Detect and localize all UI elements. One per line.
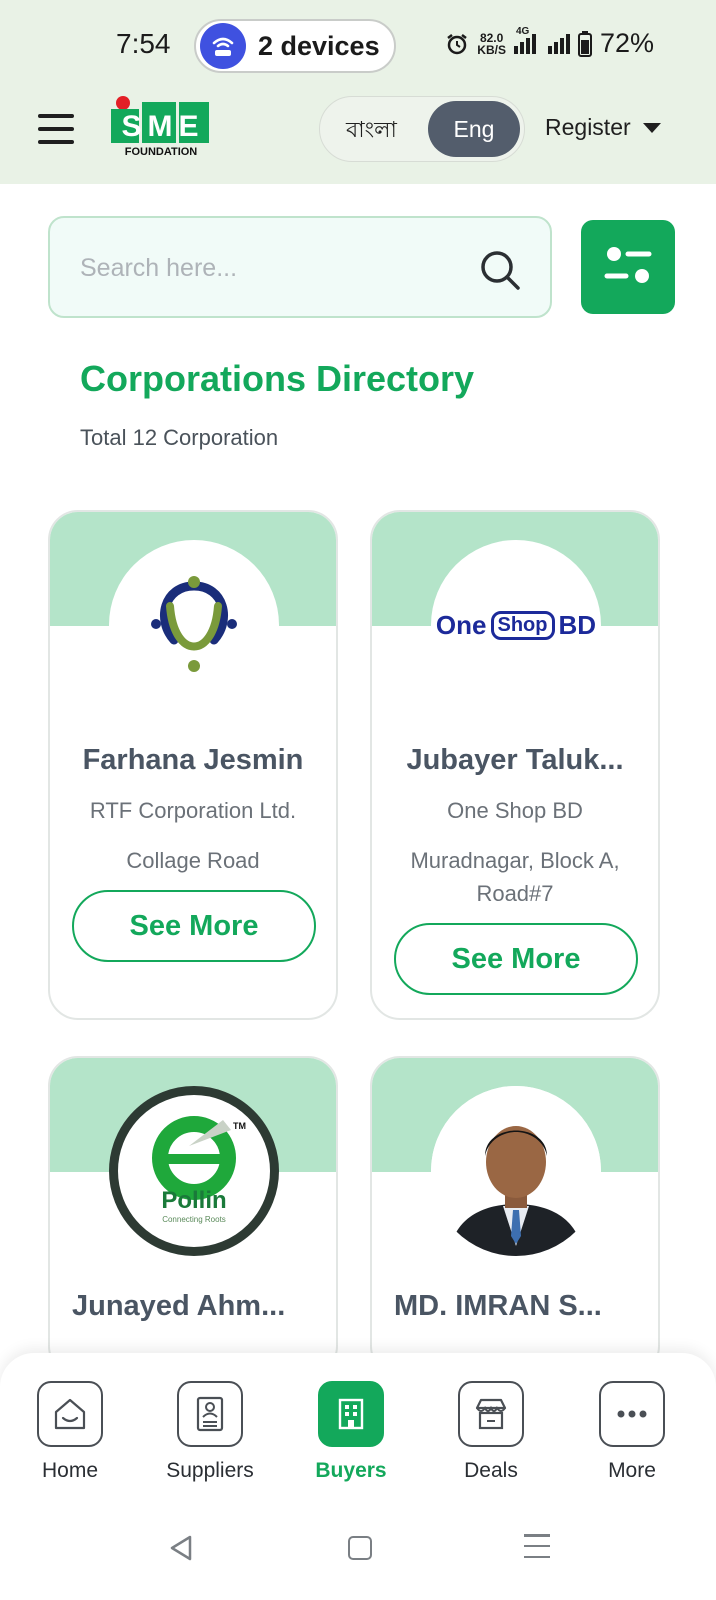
nav-label: Home: [41, 1459, 99, 1482]
company-name: One Shop BD: [447, 798, 583, 823]
top-area: 7:54 2 devices 82.0 KB/S 4G 72% SME FOUN…: [0, 0, 716, 184]
page-title: Corporations Directory: [80, 358, 475, 399]
contact-name: Junayed Ahm...: [72, 1290, 286, 1322]
see-more-button[interactable]: See More: [394, 923, 638, 995]
see-more-button[interactable]: See More: [72, 890, 316, 962]
profile-photo: [431, 1086, 601, 1256]
recent-apps-icon[interactable]: [524, 1534, 550, 1558]
suppliers-icon: [177, 1381, 243, 1447]
contact-name: Farhana Jesmin: [82, 744, 304, 776]
rtf-logo: [109, 540, 279, 710]
filter-button[interactable]: [581, 220, 675, 314]
company-address: Muradnagar, Block A, Road#7: [410, 848, 620, 906]
devices-label: 2 devices: [258, 30, 380, 61]
nav-label: Deals: [464, 1459, 518, 1482]
lang-english-option[interactable]: Eng: [428, 101, 520, 157]
contact-name: MD. IMRAN S...: [394, 1290, 602, 1322]
caret-down-icon: [642, 122, 661, 133]
signal-4g-icon: 4G: [513, 26, 536, 54]
language-toggle[interactable]: বাংলা Eng: [319, 96, 525, 162]
logo-text-right: BD: [558, 609, 597, 640]
logo-text: SME: [121, 110, 205, 143]
logo-text: Pollin: [161, 1187, 227, 1214]
status-time: 7:54: [116, 28, 171, 59]
network-speed: 82.0 KB/S: [477, 30, 506, 57]
nav-home[interactable]: Home: [10, 1381, 130, 1483]
more-icon: [599, 1381, 665, 1447]
company-name: RTF Corporation Ltd.: [89, 798, 297, 823]
corporation-card[interactable]: MD. IMRAN S...: [370, 1056, 660, 1376]
menu-icon[interactable]: [38, 114, 74, 144]
nav-suppliers[interactable]: Suppliers: [150, 1381, 270, 1483]
app-screen: 7:54 2 devices 82.0 KB/S 4G 72% SME FOUN…: [0, 0, 716, 1600]
buyers-icon: [318, 1381, 384, 1447]
filter-sliders-icon: [604, 247, 652, 283]
nav-label: Buyers: [315, 1459, 387, 1482]
company-address: Collage Road: [126, 848, 260, 873]
home-square-icon[interactable]: [348, 1536, 372, 1560]
corporation-card[interactable]: Farhana Jesmin RTF Corporation Ltd. Coll…: [48, 510, 338, 1020]
alarm-icon: [447, 33, 468, 54]
home-icon: [37, 1381, 103, 1447]
total-count: Total 12 Corporation: [80, 425, 279, 450]
nav-buyers[interactable]: Buyers: [291, 1381, 411, 1483]
logo-text-mid: Shop: [490, 610, 555, 640]
back-icon[interactable]: [168, 1534, 194, 1562]
register-label: Register: [545, 114, 631, 140]
logo-subtext: FOUNDATION: [124, 146, 198, 158]
corporation-card[interactable]: One Shop BD Jubayer Taluk... One Shop BD…: [370, 510, 660, 1020]
logo-tm: TM: [233, 1121, 246, 1131]
battery-percent: 72%: [599, 28, 654, 58]
bottom-navigation: Home Suppliers Buyers Deals More: [0, 1353, 716, 1600]
register-dropdown[interactable]: Register: [545, 114, 661, 141]
nav-label: Suppliers: [166, 1459, 254, 1482]
nav-more[interactable]: More: [572, 1381, 692, 1483]
search-icon[interactable]: [478, 248, 522, 292]
search-box: [48, 216, 552, 318]
lang-bangla-option[interactable]: বাংলা: [346, 113, 397, 150]
status-icons: 82.0 KB/S 4G 72%: [445, 26, 654, 59]
oneshop-logo: One Shop BD: [431, 540, 601, 710]
battery-icon: [577, 30, 592, 57]
epollin-logo: TM Pollin Connecting Roots: [109, 1086, 279, 1256]
contact-name: Jubayer Taluk...: [406, 744, 624, 776]
system-navigation-bar: [0, 1520, 716, 1580]
sme-foundation-logo[interactable]: SME FOUNDATION: [111, 96, 211, 160]
signal-icon: [547, 33, 570, 54]
nav-label: More: [608, 1459, 656, 1482]
router-icon: [200, 23, 246, 69]
search-input[interactable]: [80, 250, 460, 286]
connected-devices-pill[interactable]: 2 devices: [194, 19, 396, 73]
deals-icon: [458, 1381, 524, 1447]
logo-subtext: Connecting Roots: [162, 1215, 226, 1224]
corporation-card[interactable]: TM Pollin Connecting Roots Junayed Ahm..…: [48, 1056, 338, 1376]
logo-text-left: One: [435, 609, 487, 640]
nav-deals[interactable]: Deals: [431, 1381, 551, 1483]
